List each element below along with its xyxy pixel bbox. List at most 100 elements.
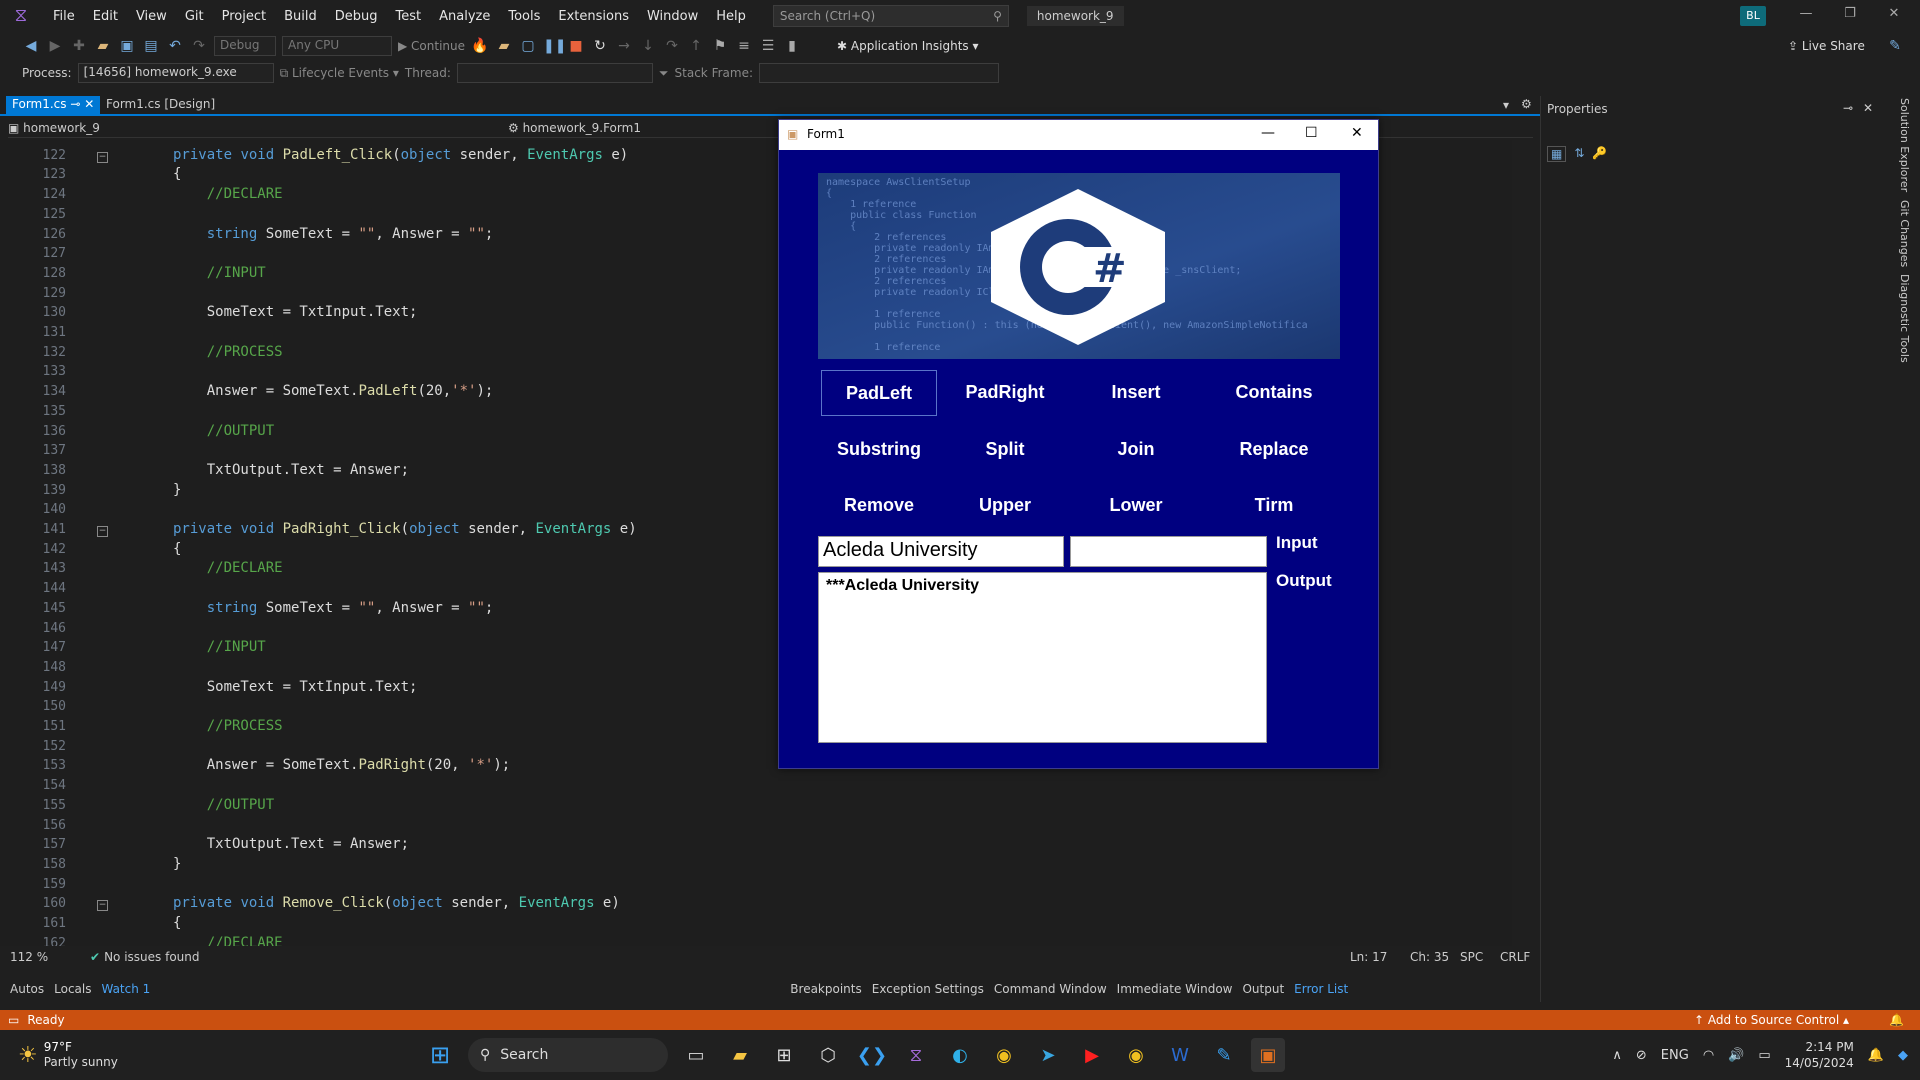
collapse-icon[interactable]: − xyxy=(97,526,108,537)
telegram-icon[interactable]: ➤ xyxy=(1031,1038,1065,1072)
tab-command-window[interactable]: Command Window xyxy=(994,982,1107,1000)
project-dropdown[interactable]: ▣ homework_9 xyxy=(8,121,508,135)
menu-analyze[interactable]: Analyze xyxy=(430,9,499,24)
open-icon[interactable]: ▰ xyxy=(94,38,112,54)
code-line[interactable]: string SomeText = "", Answer = ""; xyxy=(173,226,494,242)
code-line[interactable]: TxtOutput.Text = Answer; xyxy=(173,462,409,478)
lifecycle-events[interactable]: ⧉ Lifecycle Events ▾ xyxy=(280,66,399,81)
add-to-source-control[interactable]: ↑ Add to Source Control ▴ xyxy=(1694,1013,1849,1027)
code-line[interactable]: //PROCESS xyxy=(173,344,283,360)
code-line[interactable]: //OUTPUT xyxy=(173,423,274,439)
upper-button[interactable]: Upper xyxy=(947,483,1063,529)
tab-exception-settings[interactable]: Exception Settings xyxy=(872,982,984,1000)
vscode-icon[interactable]: ❮❯ xyxy=(855,1038,889,1072)
alphabetical-icon[interactable]: ⇅ xyxy=(1574,146,1584,162)
screenshot-icon[interactable]: ▢ xyxy=(519,38,537,54)
contains-button[interactable]: Contains xyxy=(1216,370,1332,416)
app-insights-button[interactable]: ✱ Application Insights ▾ xyxy=(837,39,979,53)
thread-select[interactable] xyxy=(456,63,653,83)
windows-start-icon[interactable]: ⊞ xyxy=(423,1038,457,1072)
menu-project[interactable]: Project xyxy=(213,9,275,24)
task-view-icon[interactable]: ▭ xyxy=(679,1038,713,1072)
substring-button[interactable]: Substring xyxy=(821,427,937,473)
volume-icon[interactable]: 🔊 xyxy=(1728,1048,1744,1063)
save-icon[interactable]: ▣ xyxy=(118,38,136,54)
close-icon[interactable]: ✕ xyxy=(1874,6,1914,26)
tab-breakpoints[interactable]: Breakpoints xyxy=(790,982,861,1000)
user-avatar[interactable]: BL xyxy=(1740,6,1766,26)
join-button[interactable]: Join xyxy=(1078,427,1194,473)
stack-frame-select[interactable] xyxy=(759,63,999,83)
pin-icon[interactable]: ⊸ xyxy=(1843,101,1853,115)
menu-extensions[interactable]: Extensions xyxy=(549,9,638,24)
menu-view[interactable]: View xyxy=(127,9,176,24)
step-over-icon[interactable]: ↷ xyxy=(663,38,681,54)
undo-icon[interactable]: ↶ xyxy=(166,38,184,54)
code-line[interactable]: Answer = SomeText.PadRight(20, '*'); xyxy=(173,757,510,773)
folder-icon[interactable]: ▰ xyxy=(495,38,513,54)
back-icon[interactable]: ◀ xyxy=(22,38,40,54)
tab-locals[interactable]: Locals xyxy=(54,982,91,1000)
code-line[interactable]: //DECLARE xyxy=(173,186,283,202)
network-off-icon[interactable]: ⊘ xyxy=(1636,1048,1647,1063)
unity-icon[interactable]: ⬡ xyxy=(811,1038,845,1072)
code-line[interactable]: private void PadRight_Click(object sende… xyxy=(173,521,637,537)
tab-autos[interactable]: Autos xyxy=(10,982,44,1000)
step-out-icon[interactable]: ↑ xyxy=(687,38,705,54)
visual-studio-icon[interactable]: ⧖ xyxy=(899,1038,933,1072)
weather-widget[interactable]: ☀ 97°F Partly sunny xyxy=(18,1040,418,1070)
settings-gear-icon[interactable]: ⚙ xyxy=(1521,97,1532,111)
code-line[interactable]: //OUTPUT xyxy=(173,797,274,813)
menu-git[interactable]: Git xyxy=(176,9,213,24)
chrome-profile-icon[interactable]: ◉ xyxy=(1119,1038,1153,1072)
output-textbox[interactable]: ***Acleda University xyxy=(818,572,1267,743)
tab-form1-cs[interactable]: Form1.cs ⊸ ✕ xyxy=(6,96,101,114)
feedback-icon[interactable]: ✎ xyxy=(1886,38,1904,54)
solution-explorer-tab[interactable]: Solution Explorer xyxy=(1898,98,1911,192)
battery-icon[interactable]: ▭ xyxy=(1758,1048,1770,1063)
second-input-textbox[interactable] xyxy=(1070,536,1267,567)
menu-window[interactable]: Window xyxy=(638,9,707,24)
code-line[interactable]: TxtOutput.Text = Answer; xyxy=(173,836,409,852)
continue-button[interactable]: ▶ Continue xyxy=(398,39,465,53)
menu-debug[interactable]: Debug xyxy=(326,9,387,24)
tab-immediate-window[interactable]: Immediate Window xyxy=(1117,982,1233,1000)
zoom-level[interactable]: 112 % xyxy=(10,950,80,964)
code-line[interactable]: //PROCESS xyxy=(173,718,283,734)
youtube-icon[interactable]: ▶ xyxy=(1075,1038,1109,1072)
breakpoint-icon[interactable]: ⚑ xyxy=(711,38,729,54)
format-icon[interactable]: ≡ xyxy=(735,38,753,54)
code-line[interactable]: //INPUT xyxy=(173,265,266,281)
pin-icon[interactable]: ⊸ xyxy=(70,97,84,111)
tab-watch1[interactable]: Watch 1 xyxy=(101,982,150,1000)
code-line[interactable]: SomeText = TxtInput.Text; xyxy=(173,679,418,695)
trim-button[interactable]: Tirm xyxy=(1216,483,1332,529)
taskbar-search[interactable]: ⚲ Search xyxy=(468,1038,668,1072)
padright-button[interactable]: PadRight xyxy=(947,370,1063,416)
tab-form1-design[interactable]: Form1.cs [Design] xyxy=(100,96,221,114)
code-line[interactable]: //DECLARE xyxy=(173,935,283,946)
bookmark-icon[interactable]: ▮ xyxy=(783,38,801,54)
notification-icon[interactable]: 🔔 xyxy=(1868,1048,1884,1063)
hot-reload-icon[interactable]: 🔥 xyxy=(471,38,489,54)
form-close-icon[interactable]: ✕ xyxy=(1351,125,1363,141)
stop-icon[interactable]: ■ xyxy=(567,38,585,54)
git-changes-tab[interactable]: Git Changes xyxy=(1898,200,1911,267)
issues-status[interactable]: No issues found xyxy=(104,950,199,964)
collapse-icon[interactable]: − xyxy=(97,151,108,163)
redo-icon[interactable]: ↷ xyxy=(190,38,208,54)
chrome-icon[interactable]: ◉ xyxy=(987,1038,1021,1072)
input-textbox[interactable]: Acleda University xyxy=(818,536,1064,567)
paint-icon[interactable]: ✎ xyxy=(1207,1038,1241,1072)
menu-build[interactable]: Build xyxy=(275,9,326,24)
process-select[interactable]: [14656] homework_9.exe xyxy=(77,63,274,83)
platform-select[interactable]: Any CPU xyxy=(282,36,392,56)
menu-test[interactable]: Test xyxy=(387,9,431,24)
code-line[interactable]: SomeText = TxtInput.Text; xyxy=(173,304,418,320)
tab-error-list[interactable]: Error List xyxy=(1294,982,1348,1000)
forward-icon[interactable]: ▶ xyxy=(46,38,64,54)
step-icon[interactable]: → xyxy=(615,38,633,54)
remove-button[interactable]: Remove xyxy=(821,483,937,529)
filter-icon[interactable]: ⏷ xyxy=(659,66,669,81)
menu-tools[interactable]: Tools xyxy=(499,9,549,24)
